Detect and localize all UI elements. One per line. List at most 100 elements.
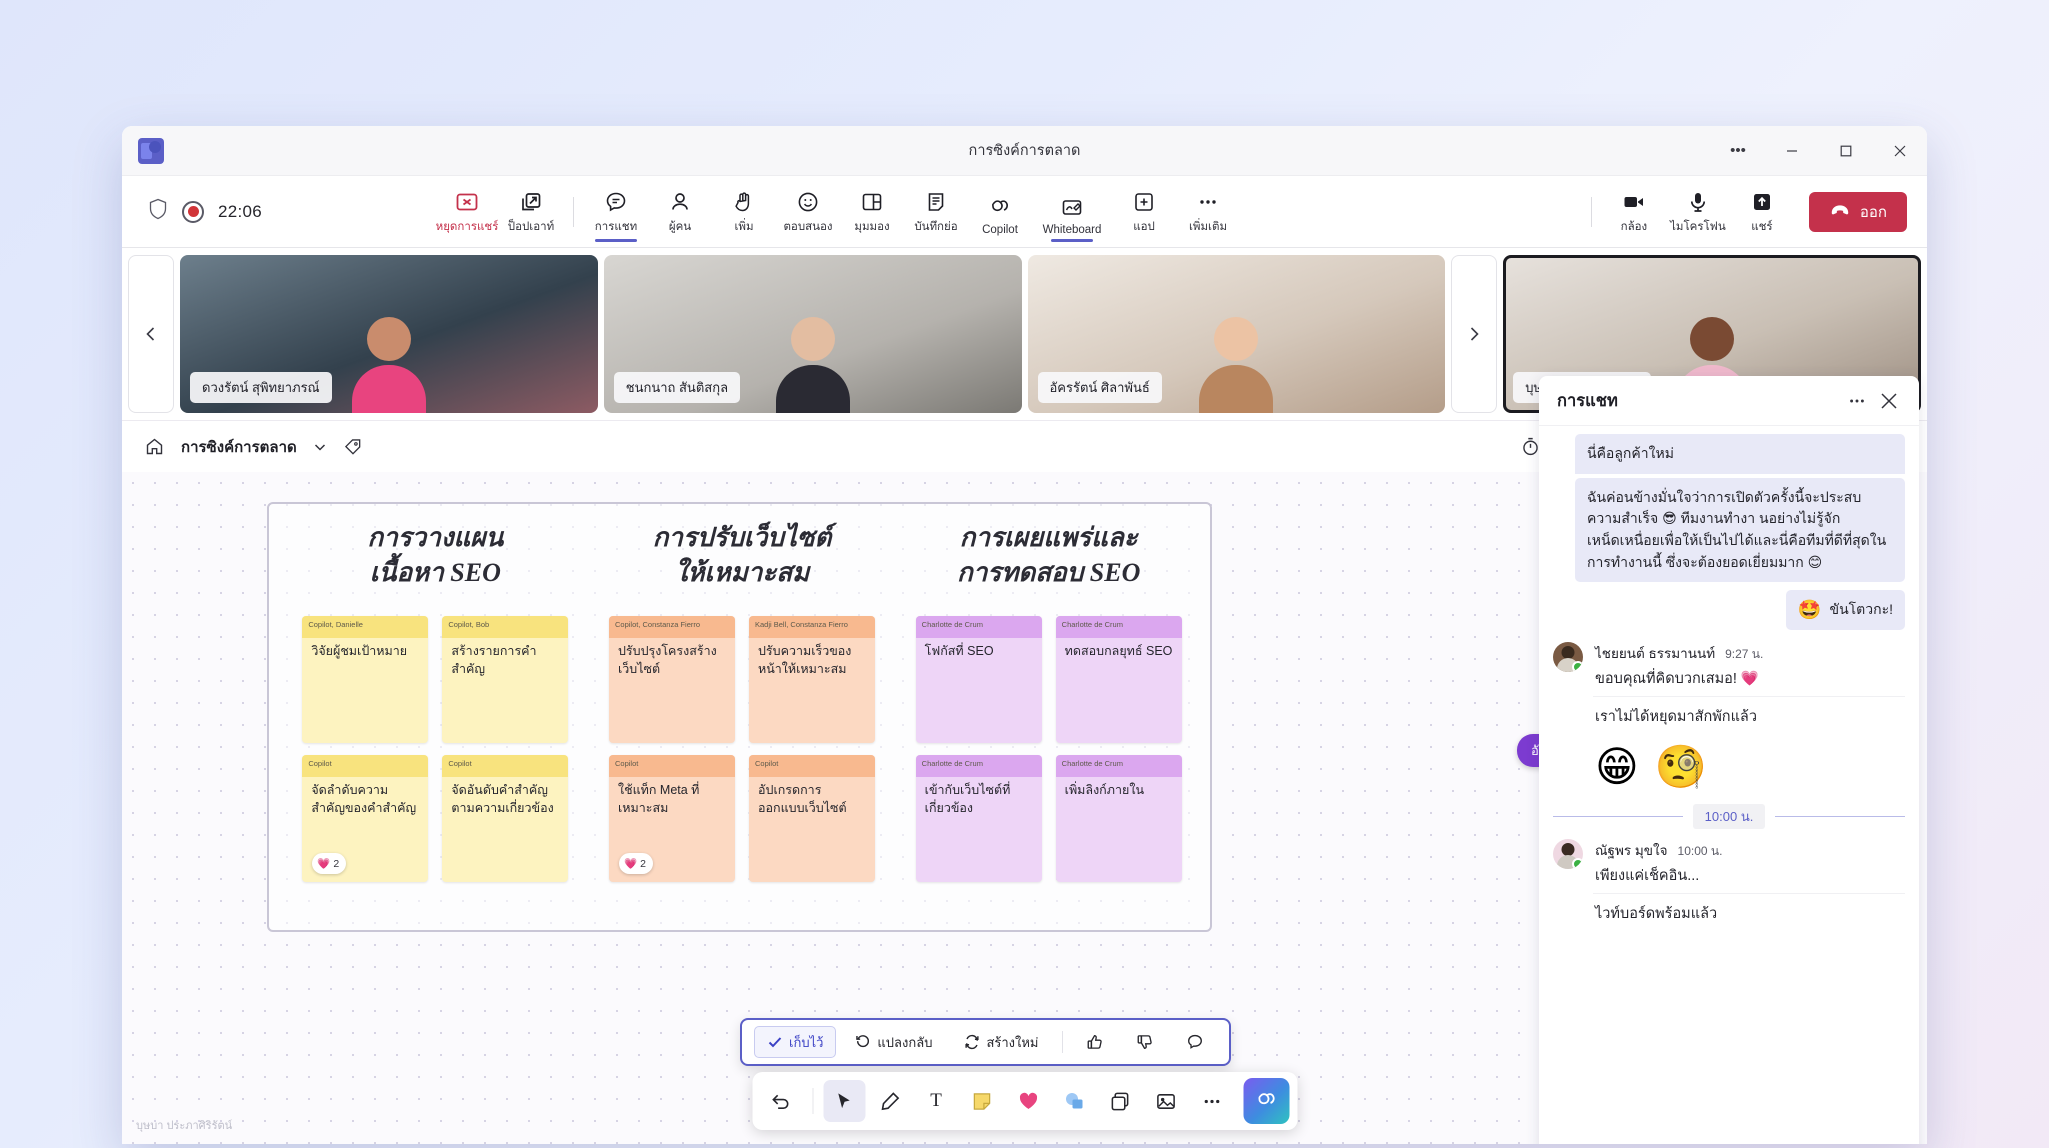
people-button[interactable]: ผู้คน <box>649 185 711 238</box>
note-reaction[interactable]: 💗 2 <box>312 853 347 875</box>
meeting-status-group: 22:06 <box>136 198 436 225</box>
sticky-note[interactable]: Copilot, Constanza Fierro ปรับปรุงโครงสร… <box>609 616 735 744</box>
comment-icon <box>1186 1033 1204 1051</box>
minimize-button[interactable] <box>1765 126 1819 176</box>
template-tool[interactable] <box>1099 1080 1141 1122</box>
view-layout-icon <box>860 189 884 215</box>
sticky-note[interactable]: Copilot จัดลำดับความสำคัญของคำสำคัญ 💗 2 <box>302 755 429 883</box>
reaction-count: 2 <box>333 857 340 870</box>
apps-button[interactable]: แอป <box>1113 185 1175 238</box>
whiteboard-title: การซิงค์การตลาด <box>181 438 297 456</box>
more-tools[interactable] <box>1191 1080 1233 1122</box>
chat-button[interactable]: การแชท <box>585 185 647 238</box>
raise-hand-icon <box>732 189 756 215</box>
react-button[interactable]: ตอบสนอง <box>777 185 839 238</box>
revert-label: แปลงกลับ <box>877 1034 933 1050</box>
sticky-note[interactable]: Charlotte de Crum เพิ่มลิงก์ภายใน <box>1055 755 1182 883</box>
more-button[interactable]: เพิ่มเติม <box>1177 185 1239 238</box>
sticky-note[interactable]: Copilot อัปเกรดการออกแบบเว็บไซต์ <box>749 755 875 883</box>
regenerate-button[interactable]: สร้างใหม่ <box>951 1026 1051 1058</box>
shape-tool[interactable] <box>1053 1080 1095 1122</box>
whiteboard-button[interactable]: Whiteboard <box>1033 191 1111 238</box>
emoji-message-row: 😁 🧐 <box>1553 736 1905 794</box>
reaction-tool[interactable] <box>1007 1080 1049 1122</box>
sticky-note[interactable]: Copilot จัดอันดับคำสำคัญตามความเกี่ยวข้อ… <box>442 755 569 883</box>
sticky-note[interactable]: Kadji Bell, Constanza Fierro ปรับความเร็… <box>749 616 875 744</box>
stopwatch-icon[interactable] <box>1520 436 1541 457</box>
note-author: Copilot, Bob <box>442 616 569 639</box>
pen-tool[interactable] <box>869 1080 911 1122</box>
sticky-note[interactable]: Charlotte de Crum ทดสอบกลยุทธ์ SEO <box>1055 616 1182 744</box>
stop-sharing-button[interactable]: หยุดการแชร์ <box>436 185 498 238</box>
title-bar: การซิงค์การตลาด ••• <box>122 126 1927 176</box>
share-button[interactable]: แชร์ <box>1731 185 1793 238</box>
video-tile[interactable]: อัครรัตน์ ศิลาพันธ์ <box>1027 255 1446 413</box>
keep-label: เก็บไว้ <box>789 1034 824 1050</box>
microphone-label: ไมโครโฟน <box>1670 221 1726 233</box>
react-icon <box>796 189 820 215</box>
view-label: มุมมอง <box>854 221 890 233</box>
meeting-timer: 22:06 <box>218 201 263 221</box>
copilot-fab-button[interactable] <box>1243 1078 1289 1124</box>
chat-message-list[interactable]: นี่คือลูกค้าใหม่ ฉันค่อนข้างมั่นใจว่าการ… <box>1539 426 1919 1135</box>
maximize-button[interactable] <box>1819 126 1873 176</box>
sticky-note[interactable]: Copilot, Bob สร้างรายการคำสำคัญ <box>442 616 569 744</box>
meeting-toolbar: 22:06 หยุดการแชร์ ป็อปเอาท์ การแชท ผู้คน… <box>122 176 1927 248</box>
thumbs-down-button[interactable] <box>1123 1026 1167 1058</box>
sticky-note[interactable]: Copilot, Danielle วิจัยผู้ชมเป้าหมาย <box>302 616 429 744</box>
sticky-note[interactable]: Charlotte de Crum เข้ากับเว็บไซต์ที่เกี่… <box>915 755 1042 883</box>
camera-button[interactable]: กล้อง <box>1603 185 1665 238</box>
board-columns: การวางแผน เนื้อหา SEO Copilot, Danielle … <box>282 520 1202 883</box>
view-button[interactable]: มุมมอง <box>841 185 903 238</box>
leave-meeting-button[interactable]: ออก <box>1808 191 1907 232</box>
meeting-actions: หยุดการแชร์ ป็อปเอาท์ การแชท ผู้คน เพิ่ม… <box>436 185 1239 238</box>
chat-close-button[interactable] <box>1873 385 1905 417</box>
select-tool[interactable] <box>823 1080 865 1122</box>
whiteboard-icon <box>1060 195 1084 221</box>
thumbs-up-button[interactable] <box>1073 1026 1117 1058</box>
feedback-button[interactable] <box>1173 1026 1217 1058</box>
image-tool[interactable] <box>1145 1080 1187 1122</box>
revert-button[interactable]: แปลงกลับ <box>842 1026 945 1058</box>
chat-more-button[interactable] <box>1841 385 1873 417</box>
divider-label: 10:00 น. <box>1692 804 1766 830</box>
camera-icon <box>1622 189 1646 215</box>
sticky-note[interactable]: Charlotte de Crum โฟกัสที่ SEO <box>915 616 1042 744</box>
note-reaction[interactable]: 💗 2 <box>619 853 653 875</box>
reaction-count: 2 <box>640 857 646 870</box>
close-button[interactable] <box>1873 126 1927 176</box>
notes-button[interactable]: บันทึกย่อ <box>905 185 967 238</box>
note-author: Copilot <box>302 755 429 778</box>
note-tool[interactable] <box>961 1080 1003 1122</box>
tag-icon[interactable] <box>343 437 363 457</box>
keep-button[interactable]: เก็บไว้ <box>754 1026 837 1058</box>
chat-message: ไชยยนต์ ธรรมานนท์ 9:27 น. ขอบคุณที่คิดบว… <box>1553 642 1905 737</box>
raise-hand-button[interactable]: เพิ่ม <box>713 185 775 238</box>
chat-icon <box>604 189 628 215</box>
notes-label: บันทึกย่อ <box>914 221 958 233</box>
gallery-prev-button[interactable] <box>128 255 174 413</box>
apps-plus-icon <box>1132 189 1156 215</box>
sticky-note[interactable]: Copilot ใช้แท็ก Meta ที่เหมาะสม 💗 2 <box>609 755 735 883</box>
note-text: ทดสอบกลยุทธ์ SEO <box>1064 644 1173 659</box>
stop-sharing-icon <box>455 189 479 215</box>
participant-avatar <box>351 317 426 413</box>
board-column-planning: การวางแผน เนื้อหา SEO Copilot, Danielle … <box>282 520 589 883</box>
video-tile[interactable]: ชนกนาถ สันติสกุล <box>603 255 1022 413</box>
window-more-button[interactable]: ••• <box>1711 126 1765 176</box>
undo-arrow-icon <box>855 1034 871 1050</box>
pop-out-button[interactable]: ป็อปเอาท์ <box>500 185 562 238</box>
more-ellipsis-icon <box>1196 189 1220 215</box>
chat-bubble: ฉันค่อนข้างมั่นใจว่าการเปิดตัวครั้งนี้จะ… <box>1575 477 1905 583</box>
text-tool[interactable]: T <box>915 1080 957 1122</box>
home-icon[interactable] <box>144 436 165 457</box>
message-text: เพียงแค่เช็คอิน... <box>1593 862 1905 894</box>
undo-tool[interactable] <box>760 1080 802 1122</box>
stop-sharing-label: หยุดการแชร์ <box>435 221 499 233</box>
chevron-down-icon[interactable] <box>313 440 327 454</box>
copilot-button[interactable]: Copilot <box>969 191 1031 238</box>
video-tile[interactable]: ดวงรัตน์ สุพิทยาภรณ์ <box>180 255 598 413</box>
gallery-next-button[interactable] <box>1451 255 1498 413</box>
microphone-button[interactable]: ไมโครโฟน <box>1667 185 1729 238</box>
message-time: 9:27 น. <box>1725 647 1764 662</box>
